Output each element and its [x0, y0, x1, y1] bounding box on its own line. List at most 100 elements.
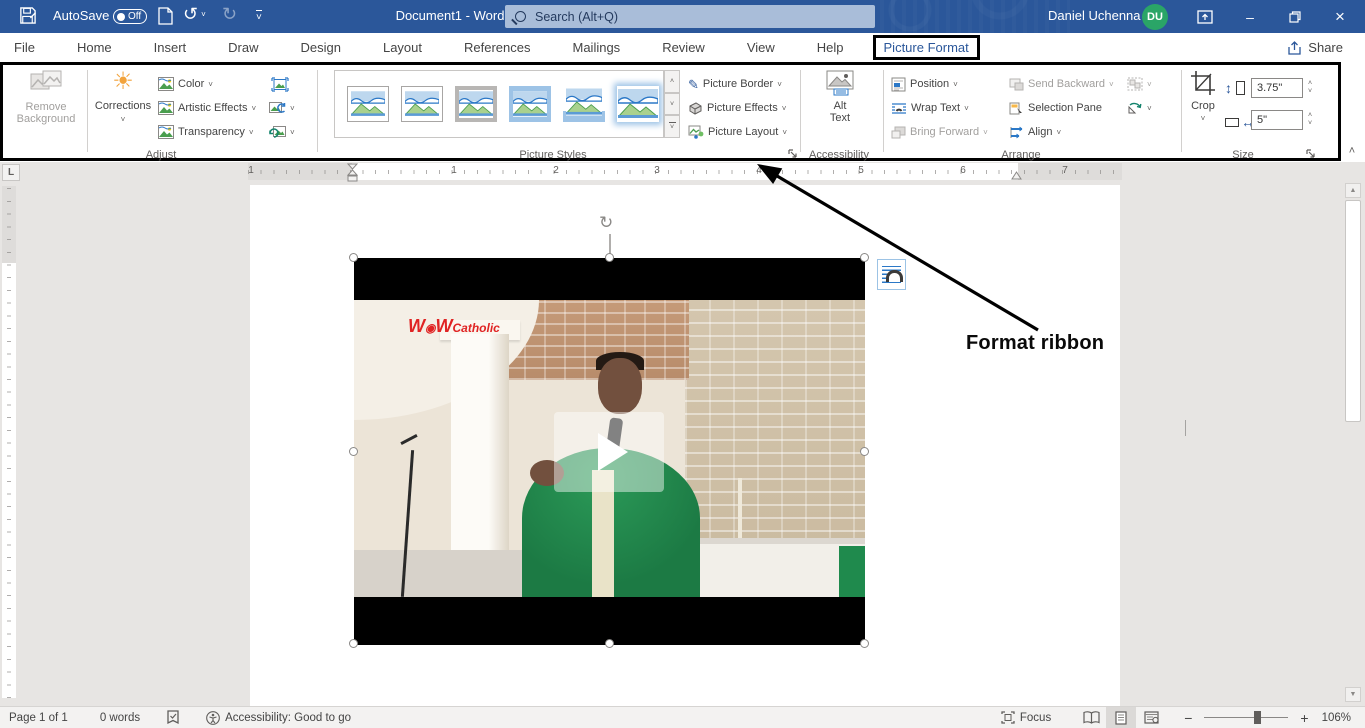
scrollbar-thumb[interactable] [1345, 200, 1361, 422]
crop-button[interactable]: Crop ˅ [1185, 70, 1221, 123]
scroll-down-button[interactable]: ▼ [1345, 687, 1361, 702]
ribbon-display-options-icon[interactable] [1190, 0, 1220, 33]
selection-handle[interactable] [349, 447, 358, 456]
selection-handle[interactable] [860, 639, 869, 648]
rotate-handle[interactable]: ↻ [599, 213, 613, 233]
picture-style-soft-glow[interactable] [617, 86, 659, 122]
corrections-button[interactable]: ☀ Corrections ˅ [93, 70, 153, 124]
focus-icon [1001, 711, 1015, 724]
page-indicator[interactable]: Page 1 of 1 [0, 707, 77, 728]
zoom-in-button[interactable]: + [1296, 710, 1312, 726]
search-input[interactable] [535, 10, 835, 24]
wrap-text-button[interactable]: Wrap Text˅ [891, 97, 969, 119]
undo-button[interactable]: ↺˅ [183, 5, 206, 23]
zoom-slider[interactable] [1204, 717, 1288, 719]
picture-layout-button[interactable]: Picture Layout˅ [688, 121, 787, 143]
selection-handle[interactable] [349, 253, 358, 262]
web-layout-button[interactable] [1136, 707, 1166, 728]
vertical-scrollbar[interactable]: ▲ ▼ [1344, 162, 1362, 706]
restore-button[interactable] [1280, 0, 1310, 33]
transparency-button[interactable]: Transparency˅ [158, 121, 254, 143]
vertical-ruler[interactable] [2, 186, 16, 698]
zoom-slider-thumb[interactable] [1254, 711, 1261, 724]
align-button[interactable]: Align˅ [1009, 121, 1061, 143]
layout-options-button[interactable] [877, 259, 906, 290]
accessibility-status[interactable]: Accessibility: Good to go [197, 707, 360, 728]
left-indent-marker[interactable] [347, 163, 358, 184]
selection-handle[interactable] [349, 639, 358, 648]
minimize-button[interactable]: – [1235, 0, 1265, 33]
tab-home[interactable]: Home [56, 35, 133, 60]
new-document-icon[interactable] [158, 7, 173, 25]
color-button[interactable]: Color˅ [158, 73, 213, 95]
gallery-more-button[interactable]: ˅ [664, 115, 680, 138]
reset-picture-button[interactable]: ˅ [269, 121, 295, 143]
print-layout-button[interactable] [1106, 707, 1136, 728]
selected-picture[interactable]: W◉WCatholic ↻ [354, 258, 865, 645]
tab-file[interactable]: File [0, 35, 56, 60]
tab-references[interactable]: References [443, 35, 551, 60]
chevron-down-icon[interactable]: ˅ [201, 10, 206, 19]
right-indent-marker[interactable] [1011, 170, 1022, 180]
read-mode-button[interactable] [1076, 707, 1106, 728]
picture-style-metal-frame[interactable] [455, 86, 497, 122]
user-name[interactable]: Daniel Uchenna [1048, 8, 1141, 23]
church-scene-photo: W◉WCatholic [354, 300, 865, 597]
tab-design[interactable]: Design [280, 35, 362, 60]
tab-picture-format[interactable]: Picture Format [873, 35, 980, 60]
avatar[interactable]: DU [1142, 4, 1168, 30]
customize-toolbar-icon[interactable]: ˅ [256, 10, 262, 23]
play-button[interactable] [554, 412, 664, 492]
marble-floor [354, 550, 534, 597]
title-bar: AutoSave Off ↺˅ ↻ ˅ Document1 - Word Dan… [0, 0, 1365, 33]
selection-handle[interactable] [860, 447, 869, 456]
arrange-group-label: Arrange [971, 149, 1071, 161]
tab-selector-button[interactable]: L [2, 164, 20, 181]
alt-text-button[interactable]: Alt Text [809, 70, 871, 124]
collapse-ribbon-button[interactable]: ˄ [1343, 143, 1361, 159]
zoom-out-button[interactable]: − [1180, 710, 1196, 726]
close-button[interactable]: × [1325, 0, 1355, 33]
tab-view[interactable]: View [726, 35, 796, 60]
picture-border-button[interactable]: ✎ Picture Border˅ [688, 73, 782, 95]
position-button[interactable]: Position˅ [891, 73, 958, 95]
tab-mailings[interactable]: Mailings [552, 35, 642, 60]
scroll-up-button[interactable]: ▲ [1345, 183, 1361, 198]
tab-insert[interactable]: Insert [133, 35, 208, 60]
selection-handle[interactable] [860, 253, 869, 262]
zoom-level[interactable]: 106% [1313, 707, 1365, 728]
tab-review[interactable]: Review [641, 35, 726, 60]
shape-height-field[interactable] [1251, 78, 1303, 98]
picture-style-accent-shadow[interactable] [509, 86, 551, 122]
word-count[interactable]: 0 words [91, 707, 149, 728]
artistic-effects-button[interactable]: Artistic Effects˅ [158, 97, 256, 119]
picture-effects-button[interactable]: Picture Effects˅ [688, 97, 786, 119]
picture-style-simple-frame[interactable] [347, 86, 389, 122]
picture-style-reflection[interactable] [563, 86, 605, 122]
autosave-toggle[interactable]: Off [113, 9, 147, 24]
tab-help[interactable]: Help [796, 35, 865, 60]
focus-button[interactable]: Focus [992, 707, 1060, 728]
share-button[interactable]: Share [1279, 36, 1351, 59]
shape-width-field[interactable] [1251, 110, 1303, 130]
video-thumbnail[interactable]: W◉WCatholic [354, 258, 865, 645]
compress-pictures-button[interactable] [271, 73, 289, 95]
selection-pane-button[interactable]: Selection Pane [1009, 97, 1102, 119]
rotate-objects-button[interactable]: ˅ [1127, 97, 1152, 119]
proofing-status-icon[interactable] [157, 707, 189, 728]
size-dialog-launcher[interactable] [1305, 146, 1317, 158]
change-picture-button[interactable]: ˅ [269, 97, 295, 119]
tab-layout[interactable]: Layout [362, 35, 443, 60]
gallery-scroll-down-button[interactable]: ˅ [664, 93, 680, 116]
selection-handle[interactable] [605, 253, 614, 262]
picture-style-beveled-frame[interactable] [401, 86, 443, 122]
search-bar[interactable] [505, 5, 875, 28]
width-spinner[interactable]: ˄˅ [1303, 110, 1317, 130]
height-spinner[interactable]: ˄˅ [1303, 78, 1317, 98]
gallery-scroll-up-button[interactable]: ˄ [664, 70, 680, 93]
compress-pictures-icon [271, 77, 289, 92]
selection-handle[interactable] [605, 639, 614, 648]
horizontal-ruler[interactable]: 1 1 2 3 4 5 6 7 [248, 163, 1122, 180]
save-icon[interactable] [18, 6, 37, 25]
tab-draw[interactable]: Draw [207, 35, 279, 60]
